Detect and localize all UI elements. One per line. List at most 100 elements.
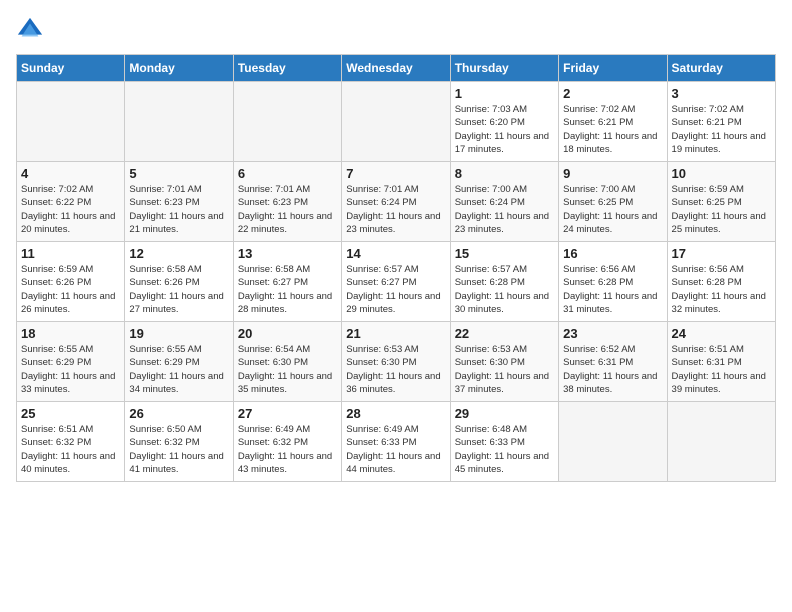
calendar-cell: 19 Sunrise: 6:55 AM Sunset: 6:29 PM Dayli… <box>125 322 233 402</box>
day-number: 15 <box>455 246 554 261</box>
calendar-cell: 3 Sunrise: 7:02 AM Sunset: 6:21 PM Daylig… <box>667 82 775 162</box>
calendar-cell: 27 Sunrise: 6:49 AM Sunset: 6:32 PM Dayli… <box>233 402 341 482</box>
day-info: Sunrise: 6:49 AM Sunset: 6:32 PM Dayligh… <box>238 423 337 476</box>
calendar-week-row: 11 Sunrise: 6:59 AM Sunset: 6:26 PM Dayli… <box>17 242 776 322</box>
day-number: 16 <box>563 246 662 261</box>
calendar-cell: 10 Sunrise: 6:59 AM Sunset: 6:25 PM Dayli… <box>667 162 775 242</box>
day-info: Sunrise: 6:59 AM Sunset: 6:26 PM Dayligh… <box>21 263 120 316</box>
calendar-cell: 6Sunrise: 7:01 AM Sunset: 6:23 PM Daylig… <box>233 162 341 242</box>
day-number: 13 <box>238 246 337 261</box>
day-number: 17 <box>672 246 771 261</box>
day-info: Sunrise: 6:57 AM Sunset: 6:27 PM Dayligh… <box>346 263 445 316</box>
day-info: Sunrise: 7:00 AM Sunset: 6:25 PM Dayligh… <box>563 183 662 236</box>
weekday-header: Friday <box>559 55 667 82</box>
calendar-cell: 1 Sunrise: 7:03 AM Sunset: 6:20 PM Daylig… <box>450 82 558 162</box>
day-info: Sunrise: 6:59 AM Sunset: 6:25 PM Dayligh… <box>672 183 771 236</box>
day-number: 3 <box>672 86 771 101</box>
day-info: Sunrise: 6:51 AM Sunset: 6:32 PM Dayligh… <box>21 423 120 476</box>
calendar-cell: 5Sunrise: 7:01 AM Sunset: 6:23 PM Daylig… <box>125 162 233 242</box>
calendar-cell: 2 Sunrise: 7:02 AM Sunset: 6:21 PM Daylig… <box>559 82 667 162</box>
day-number: 27 <box>238 406 337 421</box>
day-number: 14 <box>346 246 445 261</box>
calendar-week-row: 25 Sunrise: 6:51 AM Sunset: 6:32 PM Dayli… <box>17 402 776 482</box>
day-info: Sunrise: 6:53 AM Sunset: 6:30 PM Dayligh… <box>455 343 554 396</box>
calendar-cell: 25 Sunrise: 6:51 AM Sunset: 6:32 PM Dayli… <box>17 402 125 482</box>
calendar-cell: 13 Sunrise: 6:58 AM Sunset: 6:27 PM Dayli… <box>233 242 341 322</box>
day-info: Sunrise: 6:53 AM Sunset: 6:30 PM Dayligh… <box>346 343 445 396</box>
weekday-header: Tuesday <box>233 55 341 82</box>
calendar-cell: 12Sunrise: 6:58 AM Sunset: 6:26 PM Dayli… <box>125 242 233 322</box>
day-number: 28 <box>346 406 445 421</box>
day-number: 7 <box>346 166 445 181</box>
day-number: 19 <box>129 326 228 341</box>
day-number: 2 <box>563 86 662 101</box>
calendar-cell: 14 Sunrise: 6:57 AM Sunset: 6:27 PM Dayli… <box>342 242 450 322</box>
calendar-cell: 4 Sunrise: 7:02 AM Sunset: 6:22 PM Daylig… <box>17 162 125 242</box>
day-info: Sunrise: 7:02 AM Sunset: 6:22 PM Dayligh… <box>21 183 120 236</box>
day-info: Sunrise: 7:02 AM Sunset: 6:21 PM Dayligh… <box>563 103 662 156</box>
header <box>16 16 776 44</box>
day-info: Sunrise: 6:51 AM Sunset: 6:31 PM Dayligh… <box>672 343 771 396</box>
header-row: SundayMondayTuesdayWednesdayThursdayFrid… <box>17 55 776 82</box>
calendar-cell: 24 Sunrise: 6:51 AM Sunset: 6:31 PM Dayli… <box>667 322 775 402</box>
calendar-cell: 17Sunrise: 6:56 AM Sunset: 6:28 PM Dayli… <box>667 242 775 322</box>
weekday-header: Wednesday <box>342 55 450 82</box>
day-info: Sunrise: 6:49 AM Sunset: 6:33 PM Dayligh… <box>346 423 445 476</box>
day-number: 11 <box>21 246 120 261</box>
calendar-cell <box>17 82 125 162</box>
day-info: Sunrise: 7:03 AM Sunset: 6:20 PM Dayligh… <box>455 103 554 156</box>
day-info: Sunrise: 6:50 AM Sunset: 6:32 PM Dayligh… <box>129 423 228 476</box>
logo <box>16 16 48 44</box>
day-info: Sunrise: 6:55 AM Sunset: 6:29 PM Dayligh… <box>129 343 228 396</box>
calendar-cell: 22 Sunrise: 6:53 AM Sunset: 6:30 PM Dayli… <box>450 322 558 402</box>
day-number: 6 <box>238 166 337 181</box>
day-number: 24 <box>672 326 771 341</box>
calendar-cell: 26 Sunrise: 6:50 AM Sunset: 6:32 PM Dayli… <box>125 402 233 482</box>
day-info: Sunrise: 6:52 AM Sunset: 6:31 PM Dayligh… <box>563 343 662 396</box>
calendar-cell: 9 Sunrise: 7:00 AM Sunset: 6:25 PM Daylig… <box>559 162 667 242</box>
day-number: 21 <box>346 326 445 341</box>
weekday-header: Sunday <box>17 55 125 82</box>
day-number: 4 <box>21 166 120 181</box>
weekday-header: Monday <box>125 55 233 82</box>
page-container: SundayMondayTuesdayWednesdayThursdayFrid… <box>0 0 792 490</box>
calendar-cell <box>125 82 233 162</box>
calendar-cell: 23Sunrise: 6:52 AM Sunset: 6:31 PM Dayli… <box>559 322 667 402</box>
day-number: 1 <box>455 86 554 101</box>
day-number: 8 <box>455 166 554 181</box>
calendar-cell <box>667 402 775 482</box>
day-info: Sunrise: 6:55 AM Sunset: 6:29 PM Dayligh… <box>21 343 120 396</box>
day-info: Sunrise: 7:01 AM Sunset: 6:24 PM Dayligh… <box>346 183 445 236</box>
day-number: 29 <box>455 406 554 421</box>
day-info: Sunrise: 6:58 AM Sunset: 6:26 PM Dayligh… <box>129 263 228 316</box>
day-number: 18 <box>21 326 120 341</box>
calendar-cell <box>342 82 450 162</box>
calendar-cell <box>233 82 341 162</box>
calendar-cell: 8Sunrise: 7:00 AM Sunset: 6:24 PM Daylig… <box>450 162 558 242</box>
day-info: Sunrise: 6:48 AM Sunset: 6:33 PM Dayligh… <box>455 423 554 476</box>
day-number: 5 <box>129 166 228 181</box>
calendar-week-row: 4 Sunrise: 7:02 AM Sunset: 6:22 PM Daylig… <box>17 162 776 242</box>
day-number: 22 <box>455 326 554 341</box>
day-info: Sunrise: 6:57 AM Sunset: 6:28 PM Dayligh… <box>455 263 554 316</box>
day-info: Sunrise: 6:56 AM Sunset: 6:28 PM Dayligh… <box>563 263 662 316</box>
calendar-cell: 20 Sunrise: 6:54 AM Sunset: 6:30 PM Dayli… <box>233 322 341 402</box>
day-number: 20 <box>238 326 337 341</box>
day-info: Sunrise: 7:02 AM Sunset: 6:21 PM Dayligh… <box>672 103 771 156</box>
calendar-cell: 28 Sunrise: 6:49 AM Sunset: 6:33 PM Dayli… <box>342 402 450 482</box>
weekday-header: Thursday <box>450 55 558 82</box>
day-number: 9 <box>563 166 662 181</box>
day-number: 26 <box>129 406 228 421</box>
calendar-cell: 7 Sunrise: 7:01 AM Sunset: 6:24 PM Daylig… <box>342 162 450 242</box>
calendar-cell: 11 Sunrise: 6:59 AM Sunset: 6:26 PM Dayli… <box>17 242 125 322</box>
calendar-cell: 15 Sunrise: 6:57 AM Sunset: 6:28 PM Dayli… <box>450 242 558 322</box>
calendar-week-row: 1 Sunrise: 7:03 AM Sunset: 6:20 PM Daylig… <box>17 82 776 162</box>
day-number: 25 <box>21 406 120 421</box>
day-number: 10 <box>672 166 771 181</box>
day-info: Sunrise: 6:54 AM Sunset: 6:30 PM Dayligh… <box>238 343 337 396</box>
calendar-week-row: 18 Sunrise: 6:55 AM Sunset: 6:29 PM Dayli… <box>17 322 776 402</box>
day-info: Sunrise: 6:58 AM Sunset: 6:27 PM Dayligh… <box>238 263 337 316</box>
calendar-cell <box>559 402 667 482</box>
calendar-table: SundayMondayTuesdayWednesdayThursdayFrid… <box>16 54 776 482</box>
calendar-cell: 18 Sunrise: 6:55 AM Sunset: 6:29 PM Dayli… <box>17 322 125 402</box>
